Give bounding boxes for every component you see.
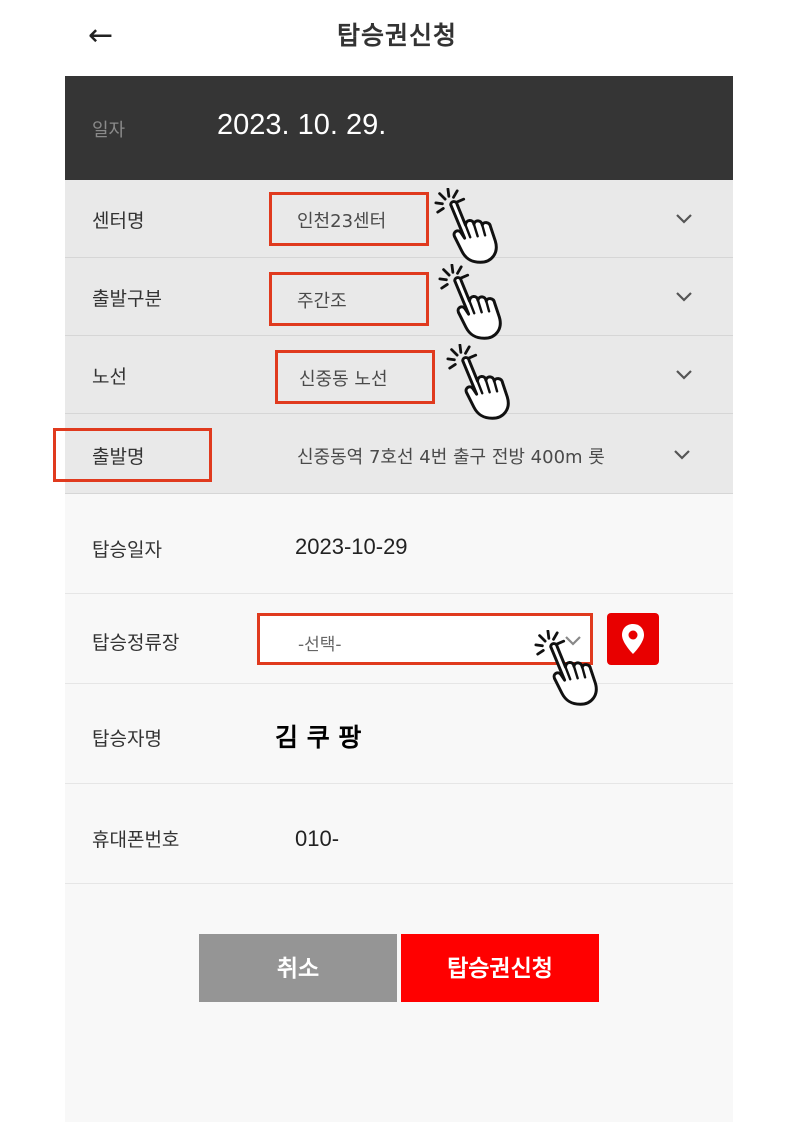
passenger-name-value: 김 쿠 팡 bbox=[275, 723, 362, 752]
pointing-hand-icon bbox=[446, 344, 510, 420]
center-label: 센터명 bbox=[92, 210, 145, 232]
submit-ticket-button[interactable]: 탑승권신청 bbox=[401, 934, 599, 1002]
boarding-stop-label: 탑승정류장 bbox=[92, 632, 180, 654]
chevron-down-icon bbox=[674, 450, 690, 460]
cancel-button[interactable]: 취소 bbox=[199, 934, 397, 1002]
route-select[interactable]: 노선 신중동 노선 bbox=[65, 336, 733, 414]
boarding-date-value: 2023-10-29 bbox=[295, 534, 408, 559]
pointing-hand-icon bbox=[438, 264, 502, 340]
departure-type-value: 주간조 bbox=[297, 291, 347, 312]
phone-label: 휴대폰번호 bbox=[92, 829, 180, 851]
chevron-down-icon bbox=[676, 292, 692, 302]
departure-name-highlight bbox=[53, 428, 212, 482]
phone-row: 휴대폰번호 010- bbox=[65, 784, 733, 884]
date-bar: 일자 2023. 10. 29. bbox=[65, 76, 733, 180]
pointing-hand-icon bbox=[534, 630, 598, 706]
app-header: ← 탑승권신청 bbox=[0, 0, 794, 76]
map-pin-button[interactable] bbox=[607, 613, 659, 665]
date-value: 2023. 10. 29. bbox=[217, 109, 387, 141]
page-title: 탑승권신청 bbox=[336, 21, 457, 50]
map-pin-icon bbox=[622, 624, 644, 654]
boarding-stop-placeholder: -선택- bbox=[298, 635, 342, 655]
action-area bbox=[65, 884, 733, 1122]
boarding-stop-row: 탑승정류장 -선택- bbox=[65, 594, 733, 684]
route-value: 신중동 노선 bbox=[299, 369, 388, 390]
departure-type-label: 출발구분 bbox=[92, 288, 162, 310]
date-label: 일자 bbox=[92, 120, 126, 141]
phone-value: 010- bbox=[295, 826, 340, 851]
ticket-form: 일자 2023. 10. 29. 센터명 인천23센터 출발구분 주간조 노선 … bbox=[65, 76, 733, 1122]
route-label: 노선 bbox=[92, 366, 127, 388]
center-select[interactable]: 센터명 인천23센터 bbox=[65, 180, 733, 258]
departure-type-select[interactable]: 출발구분 주간조 bbox=[65, 258, 733, 336]
departure-type-highlight bbox=[269, 272, 429, 326]
boarding-date-label: 탑승일자 bbox=[92, 539, 162, 561]
pointing-hand-icon bbox=[434, 188, 498, 264]
passenger-name-row: 탑승자명 김 쿠 팡 bbox=[65, 684, 733, 784]
chevron-down-icon bbox=[676, 214, 692, 224]
center-value: 인천23센터 bbox=[297, 211, 387, 232]
chevron-down-icon bbox=[676, 370, 692, 380]
passenger-name-label: 탑승자명 bbox=[92, 728, 162, 750]
boarding-date-row: 탑승일자 2023-10-29 bbox=[65, 494, 733, 594]
departure-name-value: 신중동역 7호선 4번 출구 전방 400m 롯 bbox=[297, 447, 605, 468]
